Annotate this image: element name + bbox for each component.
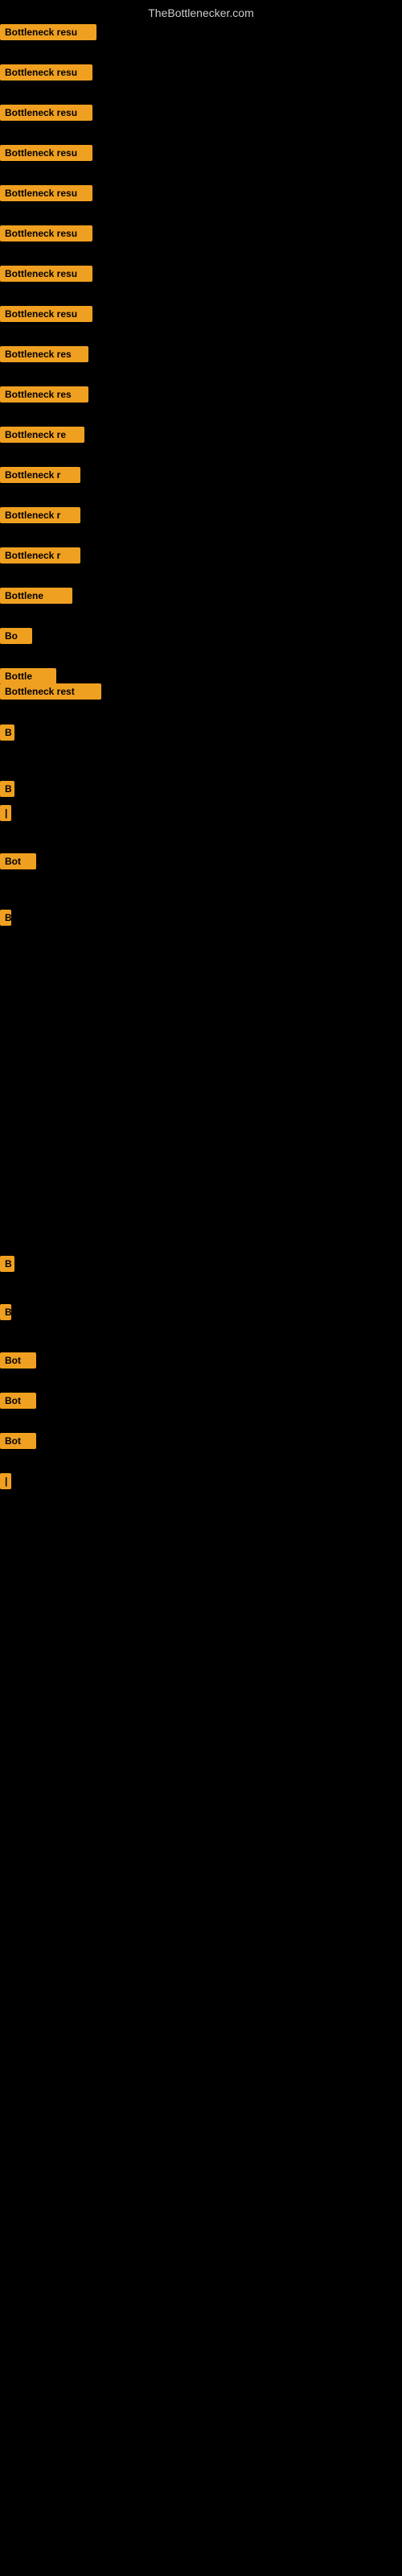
- bottleneck-button-9[interactable]: Bottleneck res: [0, 346, 88, 362]
- bottleneck-button-22[interactable]: Bot: [0, 853, 36, 869]
- site-title: TheBottlenecker.com: [0, 0, 402, 26]
- bottleneck-button-25[interactable]: B: [0, 1304, 11, 1320]
- bottleneck-button-19[interactable]: B: [0, 724, 14, 741]
- bottleneck-button-12[interactable]: Bottleneck r: [0, 467, 80, 483]
- bottleneck-button-6[interactable]: Bottleneck resu: [0, 225, 92, 242]
- bottleneck-button-17[interactable]: Bottle: [0, 668, 56, 684]
- bottleneck-button-1[interactable]: Bottleneck resu: [0, 24, 96, 40]
- bottleneck-button-26[interactable]: Bot: [0, 1352, 36, 1368]
- bottleneck-button-20[interactable]: B: [0, 781, 14, 797]
- bottleneck-button-28[interactable]: Bot: [0, 1433, 36, 1449]
- bottleneck-button-3[interactable]: Bottleneck resu: [0, 105, 92, 121]
- bottleneck-button-23[interactable]: B: [0, 910, 11, 926]
- bottleneck-button-5[interactable]: Bottleneck resu: [0, 185, 92, 201]
- bottleneck-button-10[interactable]: Bottleneck res: [0, 386, 88, 402]
- bottleneck-button-18[interactable]: Bottleneck rest: [0, 683, 101, 700]
- bottleneck-button-13[interactable]: Bottleneck r: [0, 507, 80, 523]
- bottleneck-button-21[interactable]: |: [0, 805, 11, 821]
- bottleneck-button-11[interactable]: Bottleneck re: [0, 427, 84, 443]
- bottleneck-button-29[interactable]: |: [0, 1473, 11, 1489]
- bottleneck-button-2[interactable]: Bottleneck resu: [0, 64, 92, 80]
- bottleneck-button-24[interactable]: B: [0, 1256, 14, 1272]
- bottleneck-button-27[interactable]: Bot: [0, 1393, 36, 1409]
- bottleneck-button-15[interactable]: Bottlene: [0, 588, 72, 604]
- bottleneck-button-16[interactable]: Bo: [0, 628, 32, 644]
- bottleneck-button-8[interactable]: Bottleneck resu: [0, 306, 92, 322]
- bottleneck-button-14[interactable]: Bottleneck r: [0, 547, 80, 564]
- bottleneck-button-7[interactable]: Bottleneck resu: [0, 266, 92, 282]
- bottleneck-button-4[interactable]: Bottleneck resu: [0, 145, 92, 161]
